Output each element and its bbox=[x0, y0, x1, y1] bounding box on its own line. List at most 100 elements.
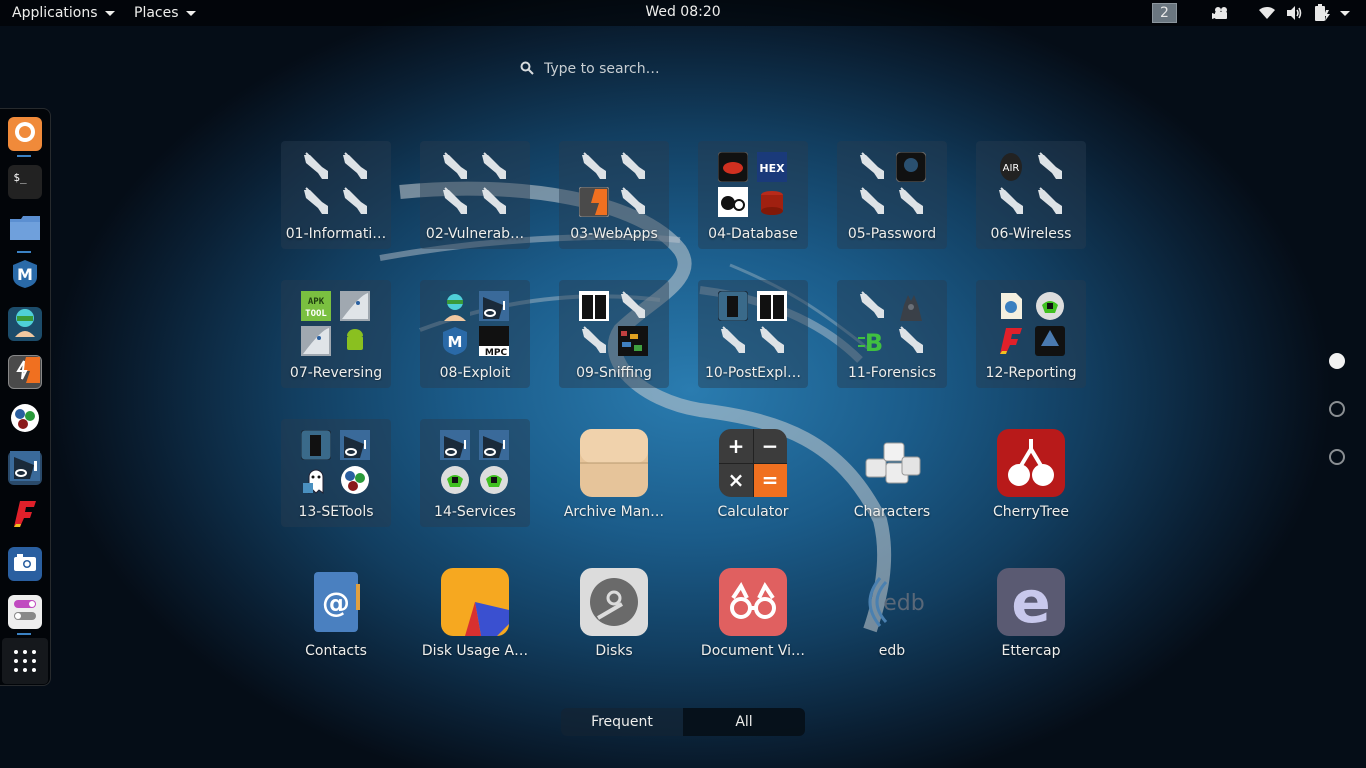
kali-dragon-icon bbox=[717, 325, 749, 357]
archive-manager-icon bbox=[580, 429, 648, 497]
beef-icon bbox=[339, 429, 371, 461]
wifi-icon[interactable] bbox=[1258, 5, 1276, 21]
places-menu-label: Places bbox=[134, 5, 179, 21]
dash-item-faraday[interactable] bbox=[8, 499, 42, 533]
dash-item-maltego[interactable] bbox=[8, 403, 42, 437]
search-input[interactable] bbox=[544, 61, 804, 77]
kali-dragon-icon bbox=[617, 290, 649, 322]
app-label: Disk Usage A… bbox=[421, 643, 529, 659]
dash-item-firefox[interactable] bbox=[8, 117, 42, 151]
app-label: Disks bbox=[595, 643, 633, 659]
dash-item-screenshot[interactable] bbox=[8, 547, 42, 581]
folder-preview bbox=[995, 290, 1067, 362]
app-launcher[interactable]: edb edb bbox=[837, 558, 947, 666]
kali-dragon-icon bbox=[856, 151, 888, 183]
all-tab[interactable]: All bbox=[683, 708, 805, 736]
dash-item-tweaks[interactable] bbox=[8, 595, 42, 629]
app-folder[interactable]: 12-Reporting bbox=[976, 280, 1086, 388]
kali-dragon-icon bbox=[300, 186, 332, 218]
applications-menu[interactable]: Applications bbox=[0, 0, 127, 26]
app-launcher[interactable]: Characters bbox=[837, 419, 947, 527]
app-launcher[interactable]: + − × = Calculator bbox=[698, 419, 808, 527]
app-folder[interactable]: 10-PostExpl… bbox=[698, 280, 808, 388]
volume-icon[interactable] bbox=[1286, 5, 1304, 21]
places-menu[interactable]: Places bbox=[122, 0, 208, 26]
characters-icon bbox=[858, 429, 926, 497]
applications-menu-label: Applications bbox=[12, 5, 98, 21]
dash-item-files[interactable] bbox=[8, 213, 42, 247]
show-applications-button[interactable] bbox=[2, 638, 48, 684]
app-launcher[interactable]: Document Vi… bbox=[698, 558, 808, 666]
terminal-icon: $_ bbox=[13, 170, 27, 184]
app-folder[interactable]: APK TOOL 07-Reversing bbox=[281, 280, 391, 388]
edb-icon bbox=[339, 290, 371, 322]
app-folder[interactable]: 14-Services bbox=[420, 419, 530, 527]
sqlninja-icon bbox=[756, 186, 788, 218]
page-indicator-2[interactable] bbox=[1329, 401, 1345, 417]
document-icon bbox=[995, 290, 1027, 322]
svg-text:−: − bbox=[762, 434, 779, 458]
app-label: Characters bbox=[853, 504, 931, 520]
autopsy-icon bbox=[895, 290, 927, 322]
burpsuite-icon bbox=[578, 186, 610, 218]
page-indicator-1[interactable] bbox=[1329, 353, 1345, 369]
svg-text:+: + bbox=[728, 434, 745, 458]
battery-charging-icon[interactable] bbox=[1314, 4, 1330, 21]
app-launcher[interactable]: @ Contacts bbox=[281, 558, 391, 666]
kali-dragon-icon bbox=[339, 151, 371, 183]
app-folder[interactable]: HEX 04-Database bbox=[698, 141, 808, 249]
kali-dragon-icon bbox=[756, 325, 788, 357]
kali-dragon-icon bbox=[439, 186, 471, 218]
kali-dragon-icon bbox=[895, 325, 927, 357]
cherrytree-icon bbox=[997, 429, 1065, 497]
bbqsql-icon bbox=[717, 151, 749, 183]
svg-text:HEX: HEX bbox=[759, 162, 785, 175]
beef-icon bbox=[478, 290, 510, 322]
running-indicator bbox=[17, 633, 31, 635]
clock[interactable]: Wed 08:20 bbox=[613, 4, 753, 20]
dash-item-terminal[interactable]: $_ bbox=[8, 165, 42, 199]
app-launcher[interactable]: Archive Man… bbox=[559, 419, 669, 527]
workspace-indicator[interactable]: 2 bbox=[1152, 3, 1177, 23]
dash-item-beef[interactable] bbox=[8, 451, 42, 485]
svg-text:edb: edb bbox=[883, 591, 924, 616]
app-folder[interactable]: 05-Password bbox=[837, 141, 947, 249]
app-folder[interactable]: 13-SETools bbox=[281, 419, 391, 527]
system-menu-caret-icon[interactable] bbox=[1340, 5, 1350, 21]
app-folder[interactable]: 01-Informati… bbox=[281, 141, 391, 249]
doors-icon bbox=[578, 290, 610, 322]
app-label: 07-Reversing bbox=[289, 365, 383, 381]
folder-preview: AIR bbox=[995, 151, 1067, 223]
app-launcher[interactable]: e Ettercap bbox=[976, 558, 1086, 666]
folder-icon bbox=[9, 215, 41, 245]
dradis-icon bbox=[478, 464, 510, 496]
app-folder[interactable]: 02-Vulnerab… bbox=[420, 141, 530, 249]
page-indicator-3[interactable] bbox=[1329, 449, 1345, 465]
dash-item-metasploit[interactable]: M bbox=[8, 259, 42, 293]
app-launcher[interactable]: Disk Usage A… bbox=[420, 558, 530, 666]
dradis-icon bbox=[439, 464, 471, 496]
apps-grid-icon bbox=[14, 650, 36, 672]
kali-dragon-icon bbox=[895, 186, 927, 218]
app-launcher[interactable]: Disks bbox=[559, 558, 669, 666]
frequent-tab[interactable]: Frequent bbox=[561, 708, 683, 736]
video-camera-icon[interactable] bbox=[1212, 5, 1230, 21]
document-viewer-icon bbox=[719, 568, 787, 636]
app-folder[interactable]: 03-WebApps bbox=[559, 141, 669, 249]
kali-dragon-icon bbox=[478, 151, 510, 183]
app-folder[interactable]: 09-Sniffing bbox=[559, 280, 669, 388]
app-folder[interactable]: B 11-Forensics bbox=[837, 280, 947, 388]
app-folder[interactable]: M MPC 08-Exploit bbox=[420, 280, 530, 388]
app-folder[interactable]: AIR 06-Wireless bbox=[976, 141, 1086, 249]
dash-item-armitage[interactable] bbox=[8, 307, 42, 341]
dash-item-burpsuite[interactable] bbox=[8, 355, 42, 389]
svg-text:M: M bbox=[17, 265, 33, 284]
doors-icon bbox=[756, 290, 788, 322]
search-bar[interactable] bbox=[520, 56, 840, 82]
kali-dragon-icon bbox=[439, 151, 471, 183]
app-label: Contacts bbox=[305, 643, 367, 659]
binwalk-icon: B bbox=[856, 325, 888, 357]
svg-text:AIR: AIR bbox=[1003, 163, 1020, 174]
maltego-casefile-icon bbox=[1034, 325, 1066, 357]
app-launcher[interactable]: CherryTree bbox=[976, 419, 1086, 527]
